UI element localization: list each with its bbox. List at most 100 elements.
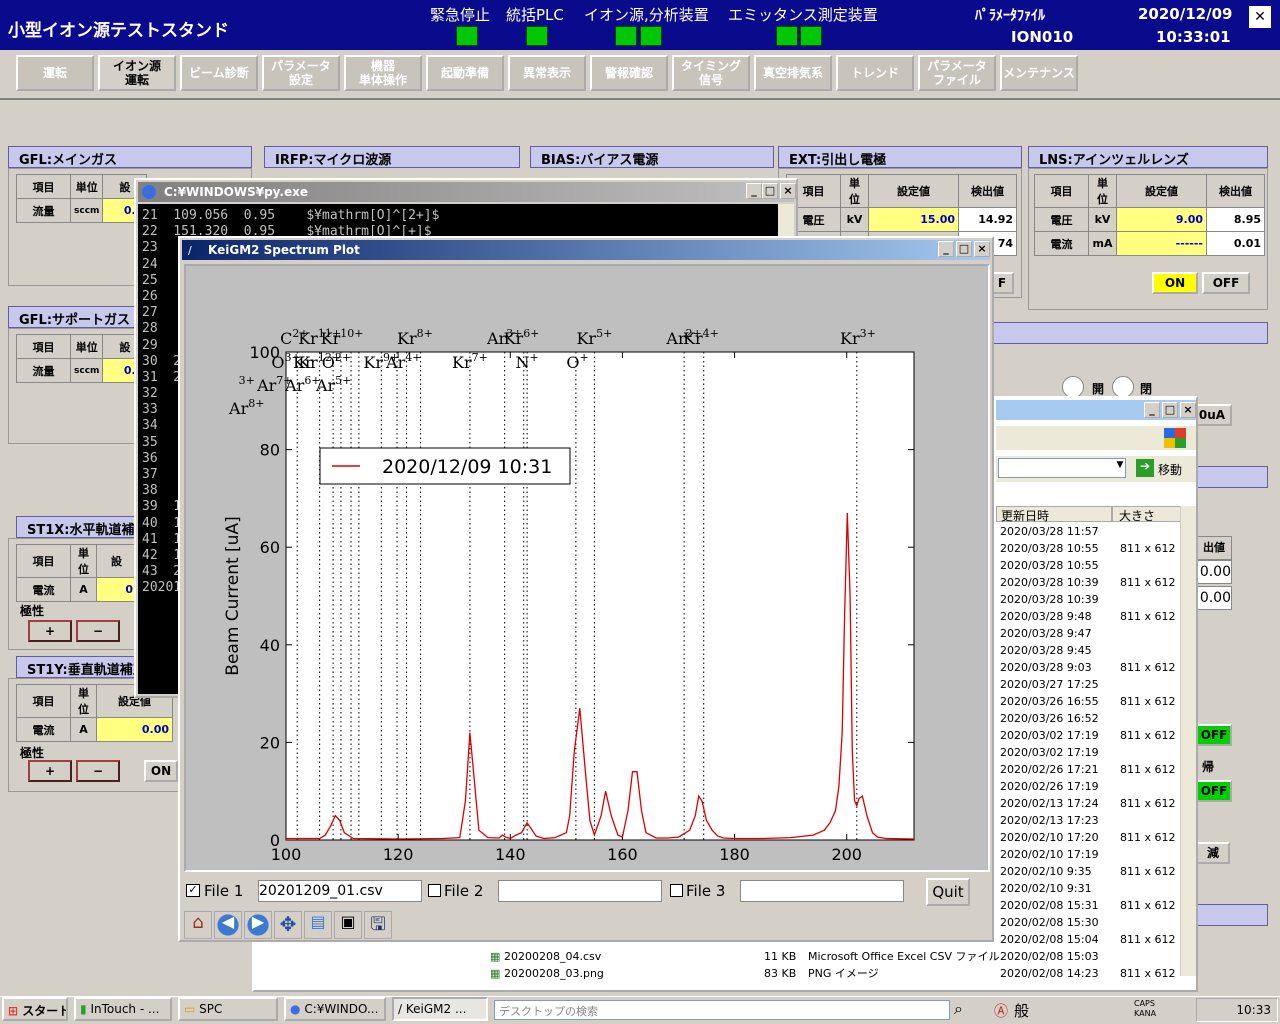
- file-row[interactable]: 2020/03/28 11:57: [1000, 523, 1180, 540]
- file-row[interactable]: 2020/02/13 17:24 811 x 612: [1000, 795, 1180, 812]
- file-row[interactable]: 2020/03/28 9:45: [1000, 642, 1180, 659]
- explorer-maximize-icon[interactable]: □: [1162, 402, 1178, 418]
- file-row[interactable]: 2020/03/26 16:55 811 x 612: [1000, 693, 1180, 710]
- file3-input[interactable]: [740, 880, 904, 902]
- nav-timing-signal[interactable]: タイミング 信号: [672, 55, 750, 91]
- close-icon[interactable]: ✕: [1249, 6, 1271, 28]
- nav-trend[interactable]: トレンド: [836, 55, 914, 91]
- nav-device-operation[interactable]: 機器 単体操作: [344, 55, 422, 91]
- file-row[interactable]: 2020/02/08 15:04 811 x 612: [1000, 931, 1180, 948]
- file-row[interactable]: 2020/03/02 17:19 811 x 612: [1000, 727, 1180, 744]
- col-size-header[interactable]: 大きさ: [1112, 506, 1182, 523]
- go-button[interactable]: 移動: [1158, 461, 1182, 478]
- ime-mode[interactable]: 般: [1014, 1000, 1029, 1021]
- nav-maintenance[interactable]: メンテナンス: [1000, 55, 1078, 91]
- file2-checkbox[interactable]: [428, 884, 441, 897]
- file-row[interactable]: 2020/03/27 17:25: [1000, 676, 1180, 693]
- file-row[interactable]: 2020/03/02 17:19: [1000, 744, 1180, 761]
- nav-startup-prep[interactable]: 起動準備: [426, 55, 504, 91]
- home-icon[interactable]: ⌂: [184, 911, 212, 939]
- ext-voltage-set[interactable]: 15.00: [868, 207, 959, 232]
- quit-button[interactable]: Quit: [926, 878, 970, 906]
- file-row[interactable]: 2020/03/28 10:39: [1000, 591, 1180, 608]
- nav-parameter-settings[interactable]: パラメータ 設定: [262, 55, 340, 91]
- go-arrow-icon[interactable]: ➔: [1136, 459, 1154, 477]
- file-row[interactable]: 2020/02/10 17:19: [1000, 846, 1180, 863]
- console-close-icon[interactable]: ×: [780, 183, 796, 199]
- file-row[interactable]: 2020/03/28 10:39 811 x 612: [1000, 574, 1180, 591]
- nav-vacuum-system[interactable]: 真空排気系: [754, 55, 832, 91]
- taskbar-spc[interactable]: ▭ SPC: [178, 997, 278, 1021]
- nav-ion-source-operation[interactable]: イオン源 運転: [98, 55, 176, 91]
- explorer-scrollbar[interactable]: [1180, 506, 1196, 976]
- file-row[interactable]: 2020/02/10 9:35 811 x 612: [1000, 863, 1180, 880]
- lns-on-button[interactable]: ON: [1152, 272, 1198, 294]
- st1x-plus-button[interactable]: +: [28, 620, 72, 642]
- console-maximize-icon[interactable]: □: [762, 183, 778, 199]
- nav-operation[interactable]: 運転: [16, 55, 94, 91]
- taskbar-keigm2[interactable]: ∕ KeiGM2 ...: [392, 997, 488, 1021]
- file1-input[interactable]: [258, 880, 422, 902]
- file-row[interactable]: 2020/03/28 9:47: [1000, 625, 1180, 642]
- file-row[interactable]: 2020/02/26 17:19: [1000, 778, 1180, 795]
- explorer-close-icon[interactable]: ×: [1180, 402, 1196, 418]
- file-row[interactable]: 2020/03/28 10:55: [1000, 557, 1180, 574]
- st1y-on-button[interactable]: ON: [144, 760, 178, 782]
- zoom-icon[interactable]: ▤: [304, 911, 332, 939]
- nav-alarm-check[interactable]: 警報確認: [590, 55, 668, 91]
- pan-icon[interactable]: ✥: [274, 911, 302, 939]
- decrease-button[interactable]: 減: [1196, 842, 1230, 864]
- taskbar-console[interactable]: ● C:¥WINDO...: [284, 997, 386, 1021]
- open-radio[interactable]: [1062, 376, 1084, 398]
- taskbar-intouch[interactable]: ▮ InTouch - ...: [74, 997, 172, 1021]
- desktop-search-input[interactable]: デスクトップの検索: [494, 1000, 950, 1020]
- st1x-minus-button[interactable]: −: [76, 620, 120, 642]
- nav-parameter-file[interactable]: パラメータ ファイル: [918, 55, 996, 91]
- col-date-header[interactable]: 更新日時: [996, 506, 1112, 523]
- st1y-minus-button[interactable]: −: [76, 760, 120, 782]
- ime-icon[interactable]: Ⓐ: [994, 1001, 1008, 1021]
- close-radio[interactable]: [1112, 376, 1134, 398]
- file3-checkbox[interactable]: [670, 884, 683, 897]
- file-row[interactable]: 2020/02/10 9:31: [1000, 880, 1180, 897]
- file-row[interactable]: 2020/02/08 15:30: [1000, 914, 1180, 931]
- explorer-minimize-icon[interactable]: _: [1144, 402, 1160, 418]
- console-minimize-icon[interactable]: _: [746, 183, 762, 199]
- file-row[interactable]: 2020/02/13 17:23: [1000, 812, 1180, 829]
- chevron-down-icon[interactable]: ▼: [1114, 460, 1126, 476]
- lns-voltage-set[interactable]: 9.00: [1116, 207, 1207, 232]
- file-detail-row[interactable]: ▦ 20200208_04.csv 11 KB Microsoft Office Ex…: [490, 948, 1190, 965]
- forward-icon[interactable]: ▶: [244, 911, 272, 939]
- st1y-current-set[interactable]: 0.00: [96, 717, 173, 742]
- figure-canvas[interactable]: 100120140160180200020406080100Analyzer C…: [184, 264, 990, 872]
- save-figure-icon[interactable]: 🖫: [364, 911, 392, 939]
- file-row[interactable]: 2020/02/08 15:31 811 x 612: [1000, 897, 1180, 914]
- right-off-button-1[interactable]: OFF: [1196, 724, 1232, 746]
- plot-minimize-icon[interactable]: _: [938, 241, 954, 257]
- file-row[interactable]: 2020/02/10 17:20 811 x 612: [1000, 829, 1180, 846]
- address-input[interactable]: [998, 458, 1126, 478]
- right-off-button-2[interactable]: OFF: [1196, 780, 1232, 802]
- y-tick-label: 0: [270, 831, 280, 850]
- file2-input[interactable]: [498, 880, 662, 902]
- lns-current-set[interactable]: ------: [1116, 231, 1207, 256]
- st1x-current-set[interactable]: 0: [96, 577, 137, 602]
- file-row[interactable]: 2020/03/28 10:55 811 x 612: [1000, 540, 1180, 557]
- start-button[interactable]: ⊞ スタート: [2, 997, 68, 1021]
- back-icon[interactable]: ◀: [214, 911, 242, 939]
- plot-close-icon[interactable]: ×: [974, 241, 990, 257]
- file-detail-row[interactable]: ▦ 20200208_03.png 83 KB PNG イメージ: [490, 965, 1190, 982]
- ua-button[interactable]: 0uA: [1192, 404, 1232, 426]
- file-row[interactable]: 2020/02/26 17:21 811 x 612: [1000, 761, 1180, 778]
- lns-off-button[interactable]: OFF: [1202, 272, 1250, 294]
- nav-error-display[interactable]: 異常表示: [508, 55, 586, 91]
- file-row[interactable]: 2020/03/26 16:52: [1000, 710, 1180, 727]
- subplots-icon[interactable]: ▣: [334, 911, 362, 939]
- file-row[interactable]: 2020/03/28 9:03 811 x 612: [1000, 659, 1180, 676]
- file1-checkbox[interactable]: ✓: [186, 884, 200, 897]
- st1y-plus-button[interactable]: +: [28, 760, 72, 782]
- nav-beam-diagnostics[interactable]: ビーム診断: [180, 55, 258, 91]
- plot-maximize-icon[interactable]: □: [956, 241, 972, 257]
- search-icon[interactable]: ⌕: [954, 999, 963, 1019]
- file-row[interactable]: 2020/03/28 9:48 811 x 612: [1000, 608, 1180, 625]
